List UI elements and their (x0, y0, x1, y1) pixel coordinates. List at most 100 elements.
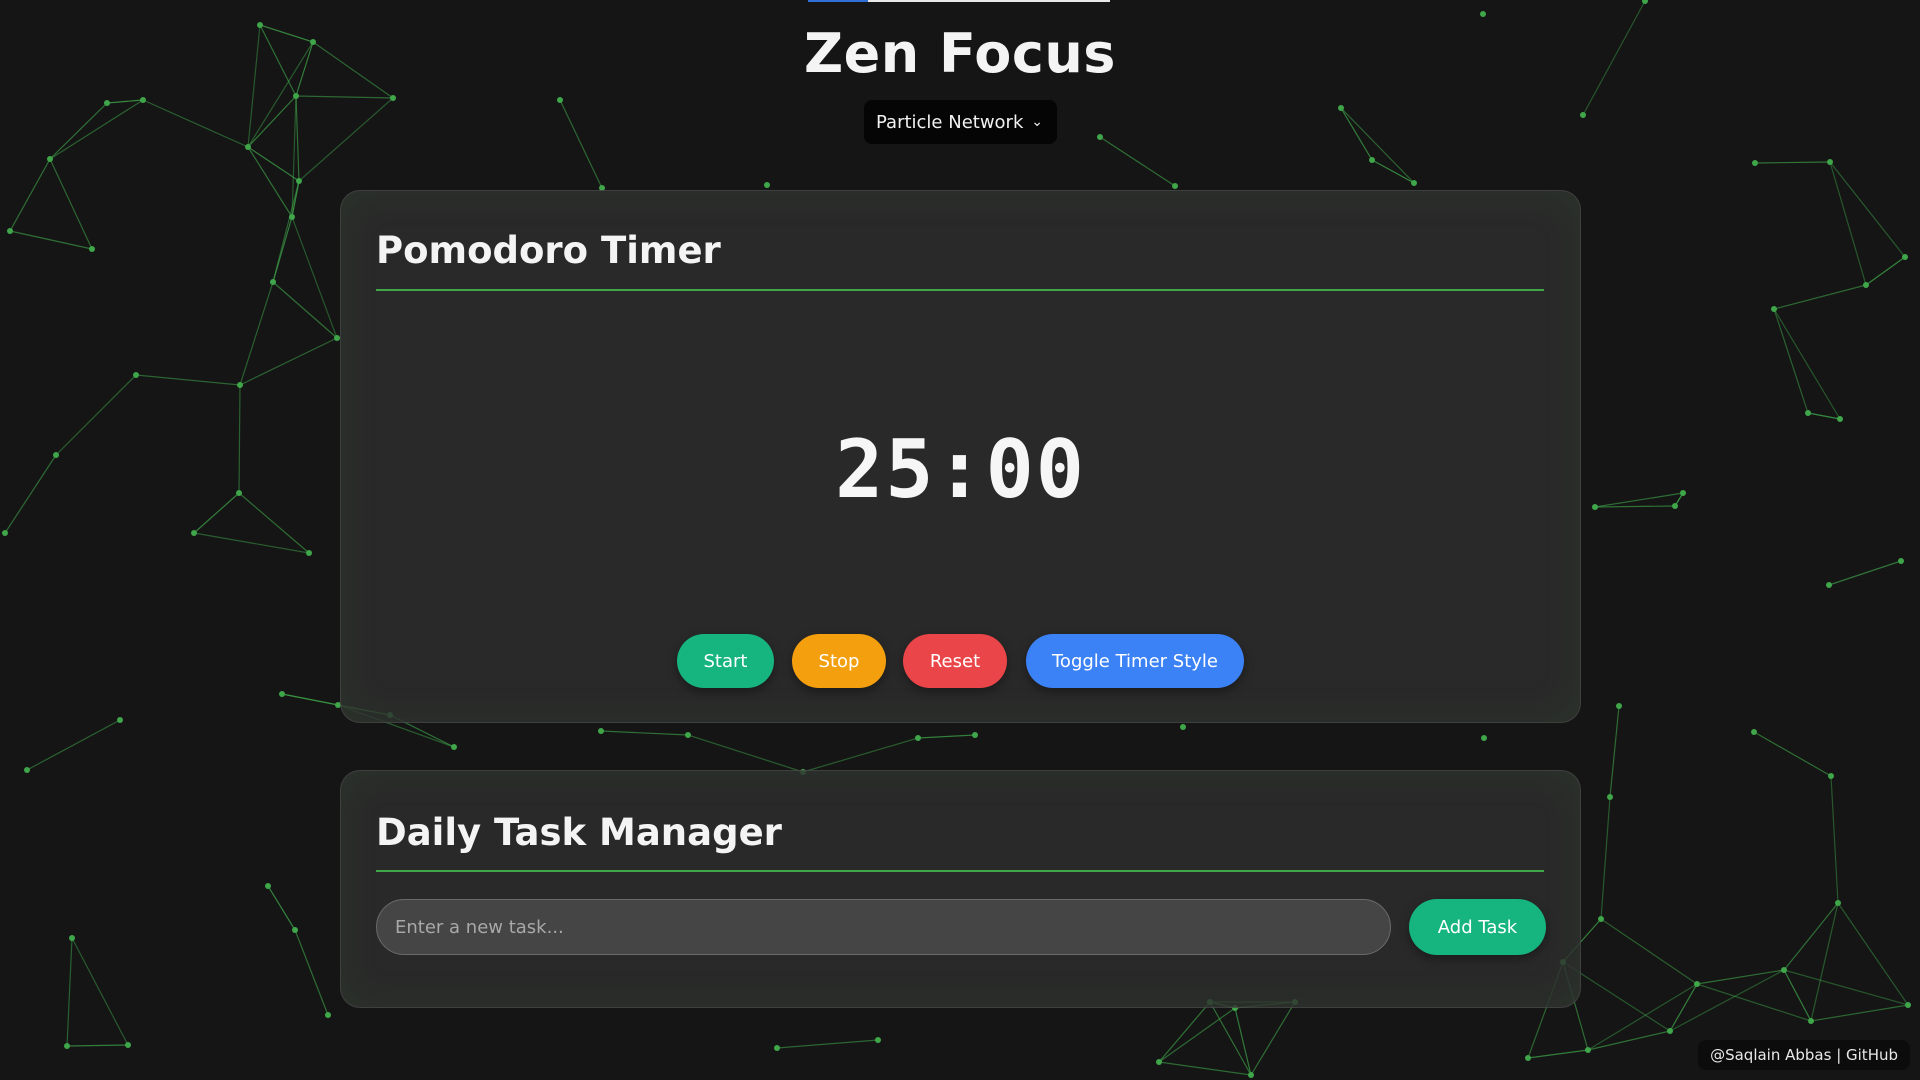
network-link (247, 146, 300, 182)
network-node (292, 927, 298, 933)
network-node (104, 100, 110, 106)
network-node (557, 97, 563, 103)
network-node (125, 1042, 131, 1048)
background-style-selected: Particle Network (876, 111, 1024, 133)
network-node (1863, 282, 1869, 288)
toggle-timer-style-button[interactable]: Toggle Timer Style (1026, 634, 1244, 688)
network-link (1234, 1007, 1252, 1076)
github-credit-link[interactable]: @Saqlain Abbas | GitHub (1698, 1040, 1910, 1070)
network-node (1905, 1002, 1911, 1008)
network-link (1773, 284, 1867, 310)
top-progress-fill (808, 0, 869, 2)
network-link (1783, 969, 1909, 1006)
network-link (4, 454, 57, 534)
network-link (106, 99, 144, 104)
network-node (1826, 582, 1832, 588)
network-link (802, 737, 919, 773)
network-node (1667, 1028, 1673, 1034)
network-node (1525, 1055, 1531, 1061)
network-link (1371, 159, 1415, 184)
background-style-select[interactable]: Particle Network ⌄ (864, 100, 1057, 144)
network-link (135, 374, 241, 386)
network-link (49, 158, 93, 250)
network-link (238, 492, 310, 554)
network-link (1696, 983, 1812, 1022)
top-progress-bar (808, 0, 1110, 2)
network-link (1250, 1001, 1296, 1076)
network-node (1752, 160, 1758, 166)
network-link (1810, 902, 1839, 1022)
network-node (1616, 703, 1622, 709)
network-node (774, 1045, 780, 1051)
network-node (296, 178, 302, 184)
new-task-input[interactable] (376, 899, 1391, 955)
network-node (7, 228, 13, 234)
network-node (1592, 504, 1598, 510)
network-node (1835, 900, 1841, 906)
network-link (1828, 560, 1902, 586)
network-link (1587, 983, 1698, 1051)
network-node (69, 935, 75, 941)
network-node (117, 717, 123, 723)
network-link (1773, 308, 1809, 414)
network-node (191, 530, 197, 536)
network-link (1783, 969, 1812, 1022)
start-button[interactable]: Start (677, 634, 774, 688)
timer-display: 25:00 (835, 423, 1086, 516)
network-link (1865, 256, 1906, 286)
network-node (915, 735, 921, 741)
pomodoro-timer-card: Pomodoro Timer 25:00 Start Stop Reset To… (340, 190, 1581, 723)
network-link (66, 1044, 129, 1047)
network-node (1480, 11, 1486, 17)
network-link (1830, 775, 1839, 904)
network-node (1248, 1072, 1254, 1078)
network-node (1694, 981, 1700, 987)
reset-button[interactable]: Reset (903, 634, 1007, 688)
network-link (1810, 1004, 1909, 1022)
network-link (1783, 902, 1839, 971)
network-link (291, 216, 338, 339)
add-task-button[interactable]: Add Task (1409, 899, 1546, 955)
network-node (1369, 157, 1375, 163)
network-link (272, 216, 293, 283)
network-link (267, 885, 296, 931)
network-link (1340, 107, 1415, 184)
network-node (325, 1012, 331, 1018)
network-link (294, 929, 329, 1016)
network-link (687, 734, 804, 773)
network-node (1808, 1018, 1814, 1024)
network-link (291, 95, 297, 218)
network-link (1587, 1030, 1671, 1051)
network-link (600, 730, 689, 736)
network-link (1669, 969, 1785, 1032)
network-link (66, 937, 73, 1047)
network-link (1753, 731, 1832, 777)
network-link (1340, 107, 1373, 161)
network-node (1837, 416, 1843, 422)
task-title-divider (376, 870, 1544, 872)
network-link (49, 102, 108, 160)
network-link (1600, 796, 1611, 920)
network-link (1594, 505, 1676, 508)
network-node (270, 279, 276, 285)
network-node (237, 382, 243, 388)
network-node (1771, 306, 1777, 312)
network-link (9, 230, 93, 250)
network-node (236, 490, 242, 496)
task-manager-title: Daily Task Manager (376, 811, 782, 854)
network-node (265, 883, 271, 889)
network-node (133, 372, 139, 378)
network-link (776, 1039, 879, 1049)
network-node (2, 530, 8, 536)
network-link (193, 492, 240, 534)
network-link (55, 374, 137, 456)
network-node (1411, 180, 1417, 186)
network-node (53, 452, 59, 458)
network-node (1338, 105, 1344, 111)
network-link (295, 95, 300, 182)
network-node (1672, 503, 1678, 509)
network-link (1099, 136, 1176, 187)
stop-button[interactable]: Stop (792, 634, 886, 688)
network-node (764, 182, 770, 188)
network-link (1527, 1049, 1589, 1059)
